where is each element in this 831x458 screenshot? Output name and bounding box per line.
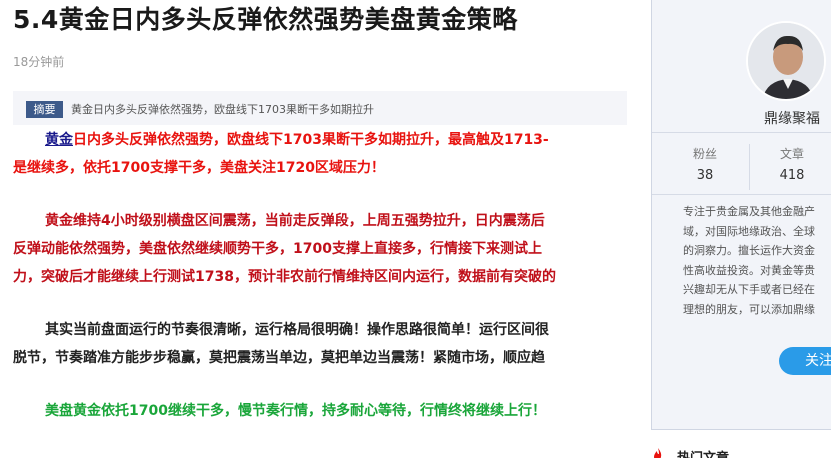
divider [652,132,831,133]
bio-line: 性高收益投资。对黄金等贵 [683,263,815,277]
paragraph-3-line-1: 其实当前盘面运行的节奏很清晰，运行格局很明确！操作思路很简单！运行区间很 [45,322,549,338]
author-name[interactable]: 鼎缘聚福 [652,108,831,128]
paragraph-3-line-2: 脱节，节奏踏准方能步步稳赢，莫把震荡当单边，莫把单边当震荡！紧随市场，顺应趋 [13,350,545,366]
hot-articles-title: 热门文章 [677,447,729,458]
keyword-link-gold[interactable]: 黄金 [45,132,73,148]
summary-box: 摘要 黄金日内多头反弹依然强势，欧盘线下1703果断干多如期拉升 [13,91,627,125]
paragraph-2: 黄金维持4小时级别横盘区间震荡，当前走反弹段，上周五强势拉升，日内震荡后 反弹动… [13,207,627,291]
bio-line: 专注于贵金属及其他金融产 [683,205,815,218]
paragraph-2-line-3: 力，突破后才能继续上行测试1738，预计非农前行情维持区间内运行，数据前有突破的 [13,269,556,285]
publish-time: 18分钟前 [13,55,65,69]
avatar-portrait-icon [748,23,824,99]
posts-stat: 文章 418 [742,145,831,183]
paragraph-1-line-1: 日内多头反弹依然强势，欧盘线下1703果断干多如期拉升，最高触及1713- [73,132,549,148]
author-bio: 专注于贵金属及其他金融产 域，对国际地缘政治、全球 的洞察力。擅长运作大资金 性… [683,202,831,340]
bio-line: 域，对国际地缘政治、全球 [683,224,815,238]
author-avatar[interactable] [746,21,826,101]
fans-count: 38 [696,168,714,183]
hot-articles-header: 热门文章 [651,444,831,458]
fans-stat: 粉丝 38 [655,145,755,183]
follow-button[interactable]: 关注 [779,347,831,375]
posts-count: 418 [779,168,805,183]
paragraph-1-line-2: 是继续多，依托1700支撑干多，美盘关注1720区域压力！ [13,160,385,176]
paragraph-4-line-1: 美盘黄金依托1700继续干多，慢节奏行情，持多耐心等待，行情终将继续上行！ [45,403,546,419]
paragraph-1: 黄金日内多头反弹依然强势，欧盘线下1703果断干多如期拉升，最高触及1713- … [13,126,627,182]
paragraph-2-line-2: 反弹动能依然强势，美盘依然继续顺势干多，1700支撑上直接多，行情接下来测试上 [13,241,542,257]
divider [652,194,831,195]
paragraph-3: 其实当前盘面运行的节奏很清晰，运行格局很明确！操作思路很简单！运行区间很 脱节，… [13,316,627,372]
bio-line: 兴趣却无从下手或者已经在 [683,283,815,296]
flame-icon [654,448,662,458]
posts-label: 文章 [779,147,804,161]
fans-label: 粉丝 [692,147,717,161]
summary-text: 黄金日内多头反弹依然强势，欧盘线下1703果断干多如期拉升 [71,103,374,116]
paragraph-2-line-1: 黄金维持4小时级别横盘区间震荡，当前走反弹段，上周五强势拉升，日内震荡后 [45,213,545,229]
paragraph-4: 美盘黄金依托1700继续干多，慢节奏行情，持多耐心等待，行情终将继续上行！ [13,397,627,425]
bio-line: 的洞察力。擅长运作大资金 [683,244,815,257]
bio-line: 理想的朋友，可以添加鼎缘 [683,302,815,316]
article-title: 5.4黄金日内多头反弹依然强势美盘黄金策略 [13,5,518,34]
summary-tag: 摘要 [26,101,63,118]
article-main: 5.4黄金日内多头反弹依然强势美盘黄金策略 18分钟前 摘要 黄金日内多头反弹依… [0,0,627,458]
author-profile-card: 鼎缘聚福 粉丝 38 文章 418 专注于贵金属及其他金融产 域，对国际地缘政治… [651,0,831,430]
